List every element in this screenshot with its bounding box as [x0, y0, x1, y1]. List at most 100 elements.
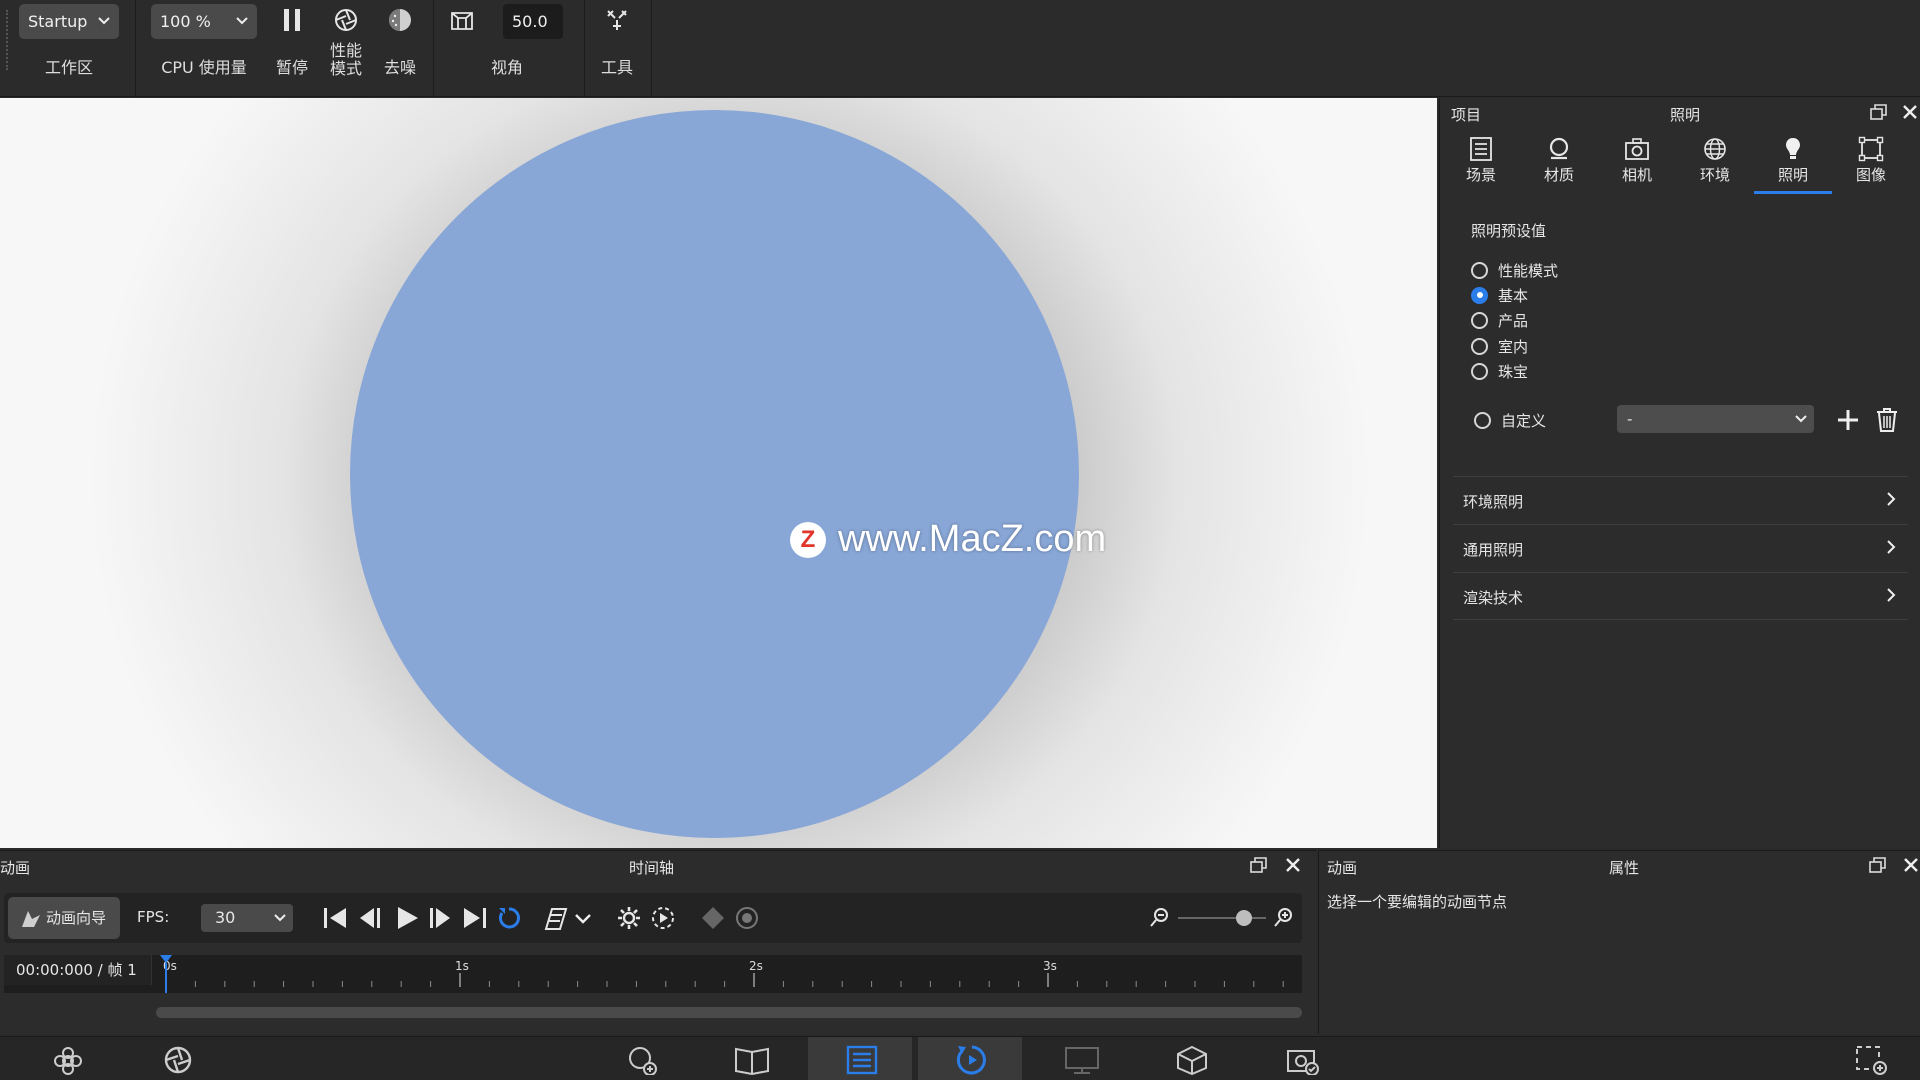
dock-presentation-button[interactable] — [1028, 1037, 1132, 1080]
playhead-icon[interactable] — [159, 955, 173, 993]
dock-keyvr-button[interactable] — [1138, 1037, 1242, 1080]
panel-title-lighting: 照明 — [1670, 106, 1701, 124]
workspace-dropdown[interactable]: Startup — [19, 4, 119, 39]
section-render-technique[interactable]: 渲染技术 — [1453, 572, 1908, 620]
timeline-scrollbar[interactable] — [156, 1007, 1302, 1018]
settings-gear-icon[interactable] — [616, 905, 642, 931]
tab-camera[interactable]: 相机 — [1598, 134, 1676, 194]
panel-title-animation[interactable]: 动画 — [1327, 857, 1357, 878]
dock-render-button[interactable] — [124, 1037, 228, 1080]
timeline-track[interactable]: 00:00:000 / 帧 1 0s 1s 2s 3s — [4, 955, 1302, 993]
step-forward-icon[interactable] — [428, 905, 454, 931]
add-keyframe-icon[interactable] — [700, 905, 726, 931]
add-icon[interactable] — [1836, 408, 1860, 432]
view-angle-input[interactable]: 50.0 — [503, 4, 563, 39]
preset-basic[interactable]: 基本 — [1471, 285, 1528, 305]
dock-project-button[interactable] — [808, 1037, 912, 1080]
scene-icon — [1470, 137, 1492, 161]
chevron-down-icon — [1795, 415, 1807, 423]
aperture-icon — [335, 9, 357, 31]
sphere-model[interactable] — [350, 110, 1079, 838]
properties-panel: 动画 属性 选择一个要编辑的动画节点 — [1318, 850, 1920, 1034]
skip-to-end-icon[interactable] — [462, 905, 488, 931]
panel-header: 动画 时间轴 — [0, 851, 1316, 883]
watermark: Z www.MacZ.com — [790, 518, 1106, 561]
animation-controls: 动画向导 FPS: 30 — [4, 893, 1302, 943]
denoise-button[interactable]: 去噪 — [378, 0, 422, 97]
section-general-lighting[interactable]: 通用照明 — [1453, 524, 1908, 572]
panel-title-project[interactable]: 项目 — [1451, 104, 1481, 125]
tab-lighting[interactable]: 照明 — [1754, 134, 1832, 194]
speed-curve-icon[interactable] — [542, 905, 568, 931]
radio-button[interactable] — [1471, 362, 1488, 380]
dock-library-button[interactable] — [698, 1037, 802, 1080]
pause-button[interactable]: 暂停 — [270, 0, 314, 97]
custom-preset-dropdown[interactable]: - — [1617, 405, 1814, 433]
panel-title-properties: 属性 — [1609, 859, 1640, 877]
dock-region-button[interactable] — [1818, 1037, 1920, 1080]
flower-icon — [54, 1047, 82, 1075]
tab-material[interactable]: 材质 — [1520, 134, 1598, 194]
dock-import-button[interactable] — [14, 1037, 118, 1080]
tools-button[interactable]: 工具 — [594, 0, 640, 97]
chevron-down-icon[interactable] — [574, 905, 592, 931]
radio-button[interactable] — [1474, 411, 1491, 429]
denoise-icon — [389, 9, 411, 31]
radio-button[interactable] — [1471, 261, 1488, 279]
skip-to-start-icon[interactable] — [322, 905, 348, 931]
popout-icon[interactable] — [1250, 857, 1268, 873]
popout-icon[interactable] — [1869, 857, 1887, 873]
close-icon[interactable] — [1902, 104, 1918, 120]
cpu-usage-dropdown[interactable]: 100 % — [151, 4, 257, 39]
close-icon[interactable] — [1285, 857, 1301, 873]
loop-icon[interactable] — [496, 905, 522, 931]
tab-label: 环境 — [1699, 166, 1730, 184]
panel-title-animation[interactable]: 动画 — [0, 857, 30, 878]
render-viewport[interactable]: Z www.MacZ.com — [0, 98, 1437, 848]
fps-dropdown[interactable]: 30 — [201, 904, 293, 932]
zoom-slider-track[interactable] — [1178, 917, 1266, 919]
dock-animation-button[interactable] — [918, 1037, 1022, 1080]
pause-label: 暂停 — [275, 58, 308, 77]
tab-scene[interactable]: 场景 — [1442, 134, 1520, 194]
close-icon[interactable] — [1903, 857, 1919, 873]
animation-wizard-button[interactable]: 动画向导 — [8, 897, 120, 939]
toolbar-divider — [584, 0, 585, 97]
tick-label-3s: 3s — [1043, 959, 1057, 973]
preset-product[interactable]: 产品 — [1471, 310, 1528, 330]
step-back-icon[interactable] — [356, 905, 382, 931]
performance-mode-button[interactable]: 性能 模式 — [324, 0, 368, 97]
play-icon[interactable] — [394, 905, 420, 931]
zoom-out-icon[interactable] — [1150, 907, 1170, 927]
radio-button[interactable] — [1471, 337, 1488, 355]
wizard-label: 动画向导 — [46, 909, 107, 927]
toolbar-grip[interactable] — [6, 10, 9, 70]
record-icon[interactable] — [734, 905, 760, 931]
popout-icon[interactable] — [1870, 104, 1888, 120]
chevron-down-icon — [274, 914, 286, 922]
zoom-in-icon[interactable] — [1274, 907, 1294, 927]
preview-play-icon[interactable] — [650, 905, 676, 931]
watermark-text: www.MacZ.com — [838, 518, 1107, 560]
dock-add-model-button[interactable] — [588, 1037, 692, 1080]
preset-performance-mode[interactable]: 性能模式 — [1471, 260, 1558, 280]
preset-jewelry[interactable]: 珠宝 — [1471, 361, 1528, 381]
tab-image[interactable]: 图像 — [1832, 134, 1910, 194]
field-of-view-icon[interactable] — [450, 10, 474, 32]
panel-tabs: 场景 材质 相机 环境 照明 图像 — [1440, 134, 1920, 194]
preset-label: 室内 — [1498, 337, 1529, 356]
radio-button[interactable] — [1471, 311, 1488, 329]
zoom-slider-thumb[interactable] — [1236, 910, 1252, 926]
radio-button-selected[interactable] — [1471, 286, 1488, 304]
preset-interior[interactable]: 室内 — [1471, 336, 1528, 356]
fps-label: FPS: — [137, 908, 170, 926]
section-environment-lighting[interactable]: 环境照明 — [1453, 476, 1908, 524]
custom-label: 自定义 — [1501, 411, 1547, 430]
dock-screenshot-button[interactable] — [1248, 1037, 1352, 1080]
preset-custom[interactable]: 自定义 — [1474, 410, 1546, 430]
top-toolbar: Startup 工作区 100 % CPU 使用量 暂停 性能 模式 去噪 50… — [0, 0, 1920, 97]
trash-icon[interactable] — [1876, 407, 1898, 433]
tab-environment[interactable]: 环境 — [1676, 134, 1754, 194]
timeline-ruler[interactable] — [156, 955, 1302, 993]
aperture-icon — [164, 1046, 192, 1074]
